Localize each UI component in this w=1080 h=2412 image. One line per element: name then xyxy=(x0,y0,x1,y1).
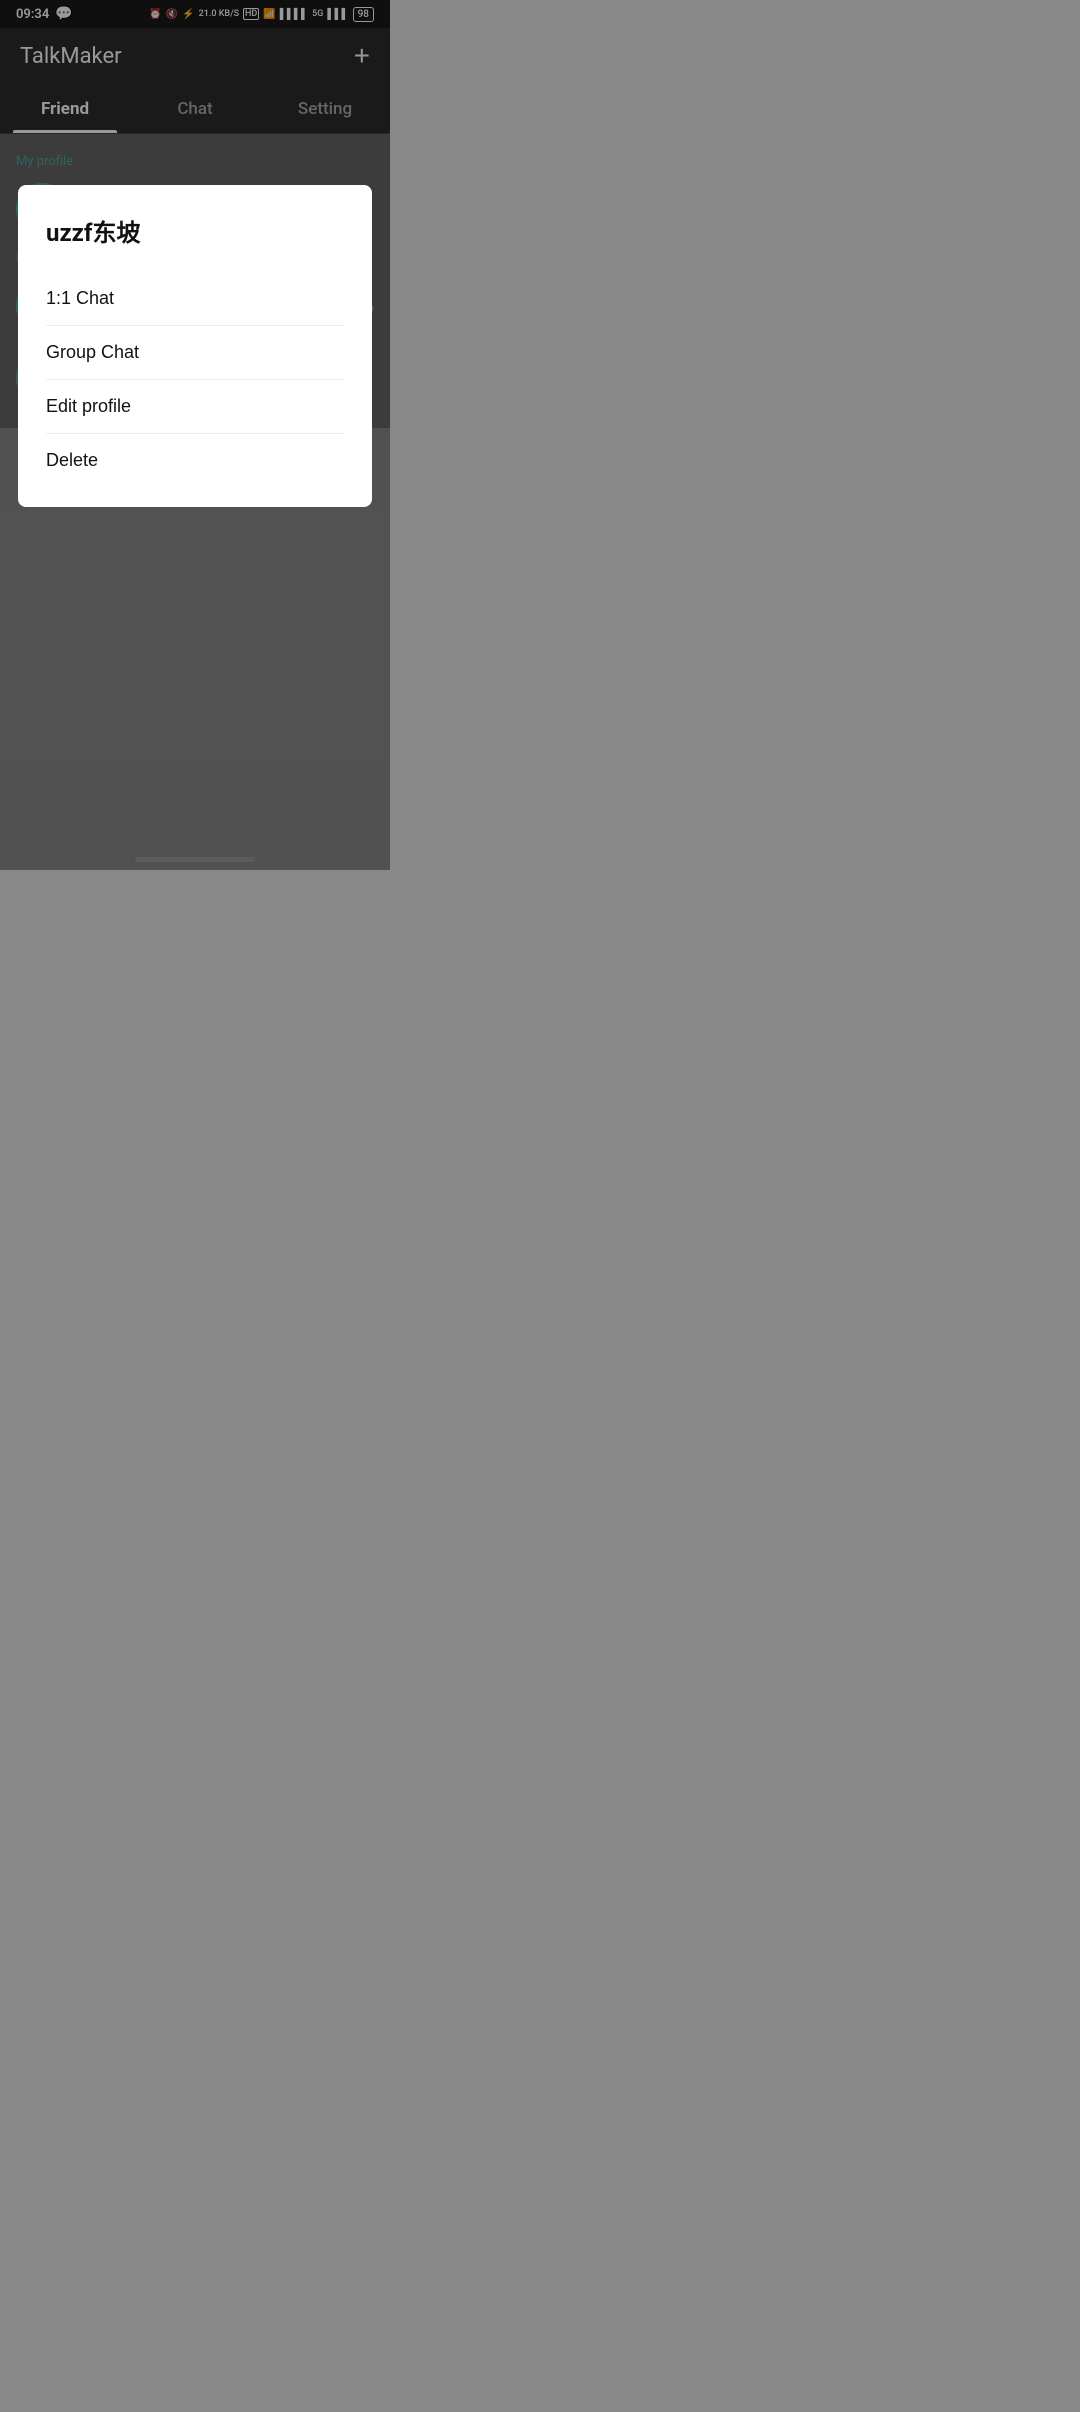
edit-profile-button[interactable]: Edit profile xyxy=(46,380,344,433)
dialog-username: uzzf东坡 xyxy=(46,213,344,248)
delete-button[interactable]: Delete xyxy=(46,434,344,487)
context-menu-dialog: uzzf东坡 1:1 Chat Group Chat Edit profile … xyxy=(18,185,372,507)
one-on-one-chat-button[interactable]: 1:1 Chat xyxy=(46,272,344,325)
group-chat-button[interactable]: Group Chat xyxy=(46,326,344,379)
